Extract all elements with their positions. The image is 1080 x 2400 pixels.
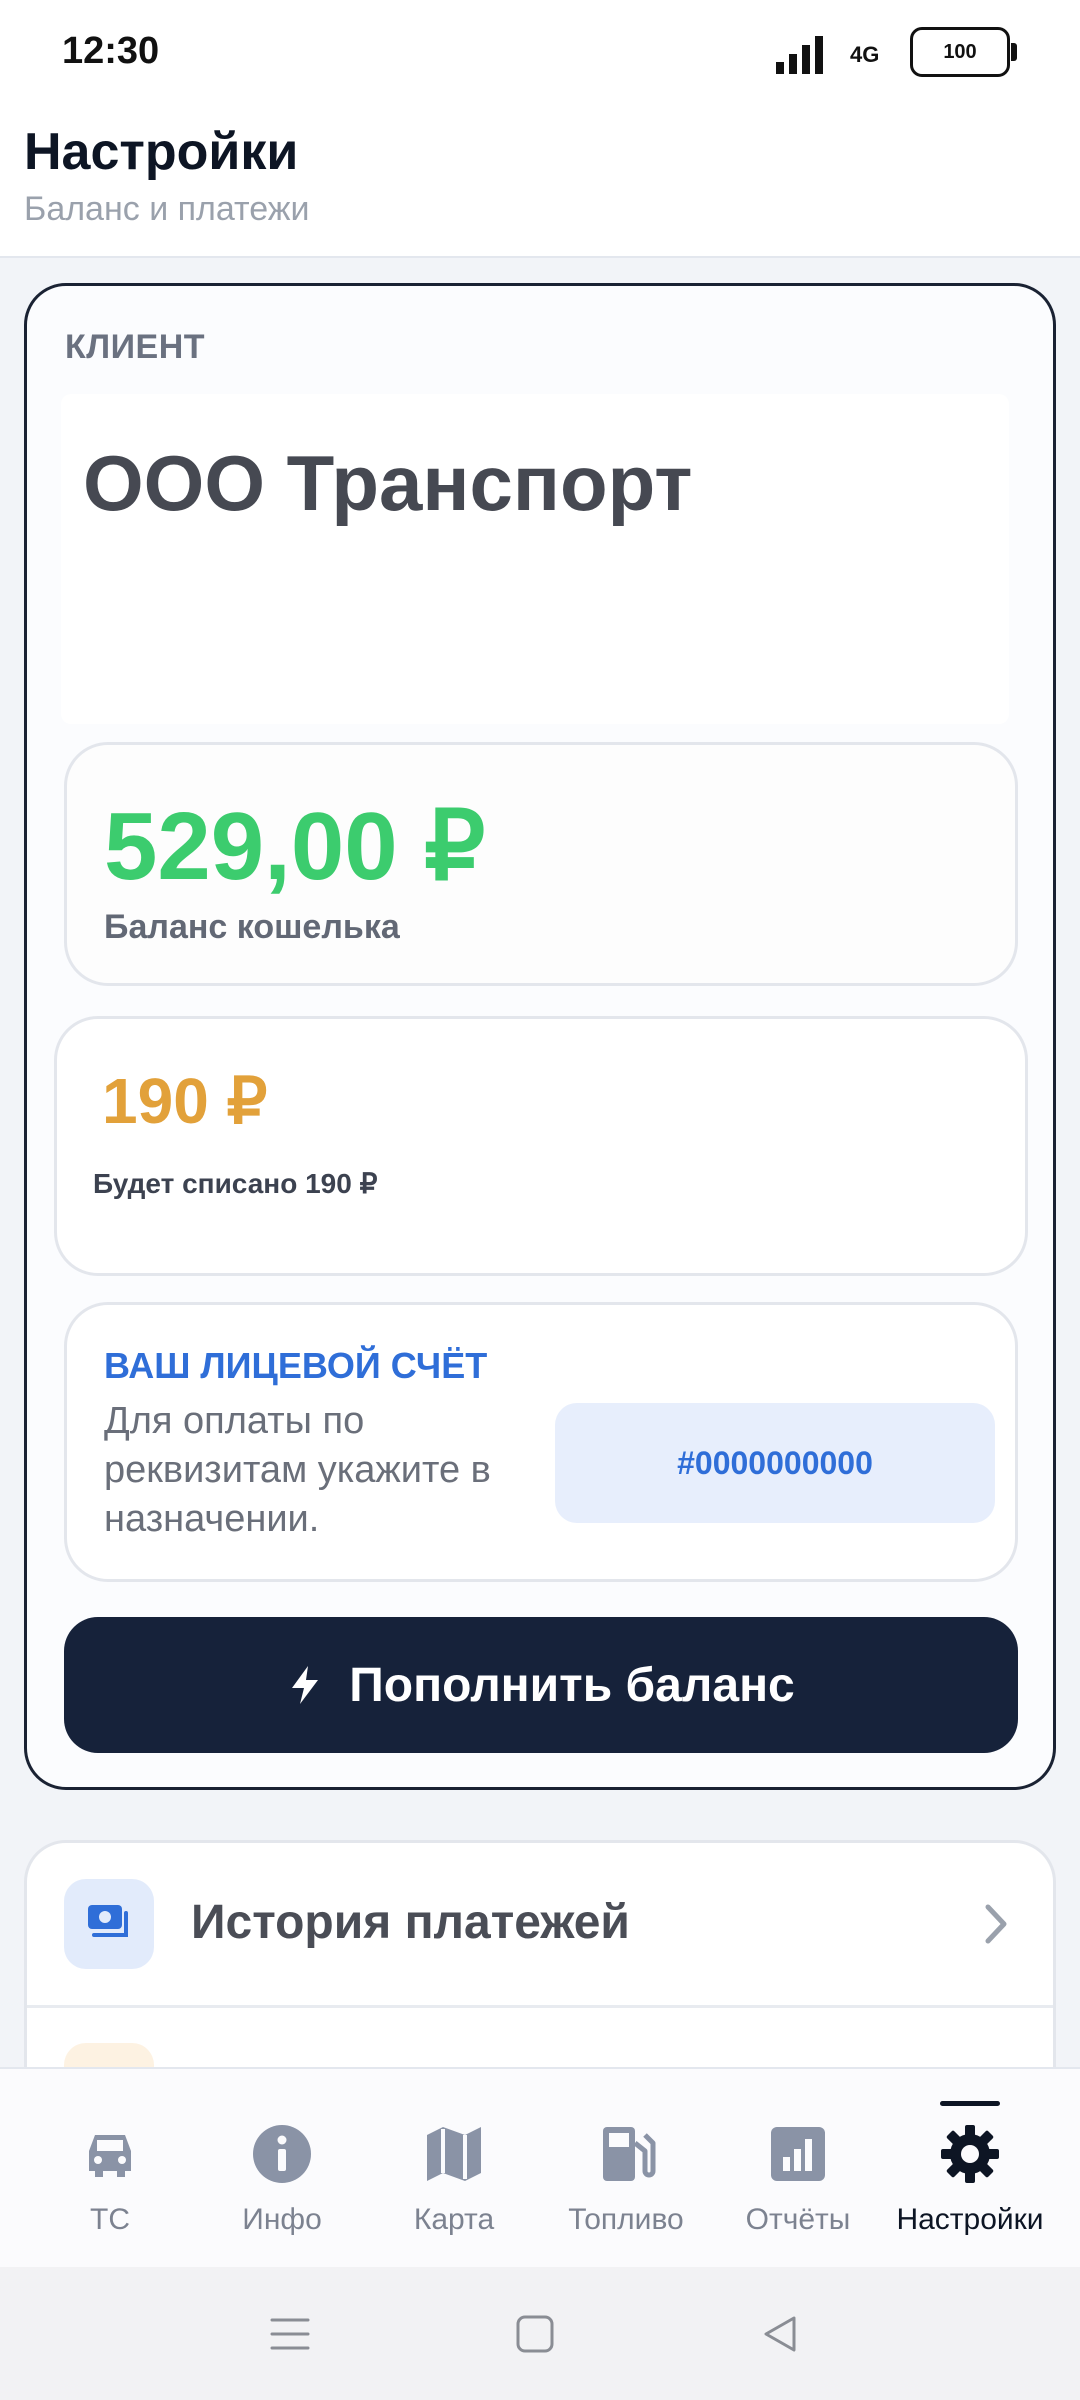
gear-icon xyxy=(941,2125,999,2183)
client-label: КЛИЕНТ xyxy=(65,328,206,366)
battery-indicator: 100 xyxy=(910,27,1017,77)
client-name: ООО Транспорт xyxy=(83,439,693,527)
wallet-balance-value: 529,00 ₽ xyxy=(104,793,486,900)
tab-label: Отчёты xyxy=(745,2203,851,2236)
personal-account-description: Для оплаты по реквизитам укажите в назна… xyxy=(104,1400,491,1540)
topup-balance-button[interactable]: Пополнить баланс xyxy=(64,1617,1018,1753)
tab-vehicles[interactable]: ТС xyxy=(25,2069,195,2269)
personal-account-number[interactable]: #0000000000 xyxy=(555,1403,995,1523)
signal-icon xyxy=(776,36,823,74)
personal-account-box: ВАШ ЛИЦЕВОЙ СЧЁТ Для оплаты по реквизита… xyxy=(64,1302,1018,1582)
payments-icon xyxy=(64,1879,154,1969)
page-title: Настройки xyxy=(24,123,299,181)
pending-charge-label: Будет списано 190 ₽ xyxy=(93,1168,378,1199)
tab-reports[interactable]: Отчёты xyxy=(713,2069,883,2269)
page-subtitle: Баланс и платежи xyxy=(24,190,310,228)
reports-icon xyxy=(771,2127,825,2181)
tab-label: Карта xyxy=(413,2203,495,2236)
bottom-tab-bar: ТС Инфо Карта Топливо Отчёты Настройки xyxy=(0,2067,1080,2269)
pending-charge-value: 190 ₽ xyxy=(102,1065,268,1137)
tab-label: Инфо xyxy=(242,2203,322,2236)
tab-label: Настройки xyxy=(896,2203,1044,2236)
tab-settings[interactable]: Настройки xyxy=(885,2069,1055,2269)
page-header: Настройки Баланс и платежи xyxy=(0,110,1080,258)
active-tab-indicator xyxy=(940,2101,1000,2106)
map-icon xyxy=(427,2127,481,2181)
menu-item-payment-history[interactable]: История платежей xyxy=(27,1843,1053,2008)
wallet-balance-box: 529,00 ₽ Баланс кошелька xyxy=(64,742,1018,986)
wallet-balance-label: Баланс кошелька xyxy=(104,908,400,946)
tab-fuel[interactable]: Топливо xyxy=(541,2069,711,2269)
info-icon xyxy=(253,2125,311,2183)
balance-card: КЛИЕНТ ООО Транспорт 529,00 ₽ Баланс кош… xyxy=(24,283,1056,1790)
topup-balance-label: Пополнить баланс xyxy=(349,1658,795,1712)
fuel-icon xyxy=(603,2127,656,2181)
tab-label: Топливо xyxy=(568,2203,684,2236)
network-type: 4G xyxy=(850,42,880,67)
chevron-right-icon xyxy=(985,1904,1007,1944)
tab-info[interactable]: Инфо xyxy=(197,2069,367,2269)
menu-item-label: История платежей xyxy=(191,1896,630,1949)
pending-charge-box: 190 ₽ Будет списано 190 ₽ xyxy=(54,1016,1028,1276)
personal-account-title: ВАШ ЛИЦЕВОЙ СЧЁТ xyxy=(104,1345,488,1386)
menu-icon[interactable] xyxy=(268,2312,312,2356)
back-icon[interactable] xyxy=(758,2312,802,2356)
tab-label: ТС xyxy=(90,2203,130,2236)
home-icon[interactable] xyxy=(513,2312,557,2356)
car-icon xyxy=(89,2135,131,2177)
lightning-icon xyxy=(292,1666,319,1704)
status-bar: 12:30 4G 100 xyxy=(0,0,1080,110)
status-time: 12:30 xyxy=(62,30,160,72)
tab-map[interactable]: Карта xyxy=(369,2069,539,2269)
system-nav-bar xyxy=(0,2267,1080,2400)
